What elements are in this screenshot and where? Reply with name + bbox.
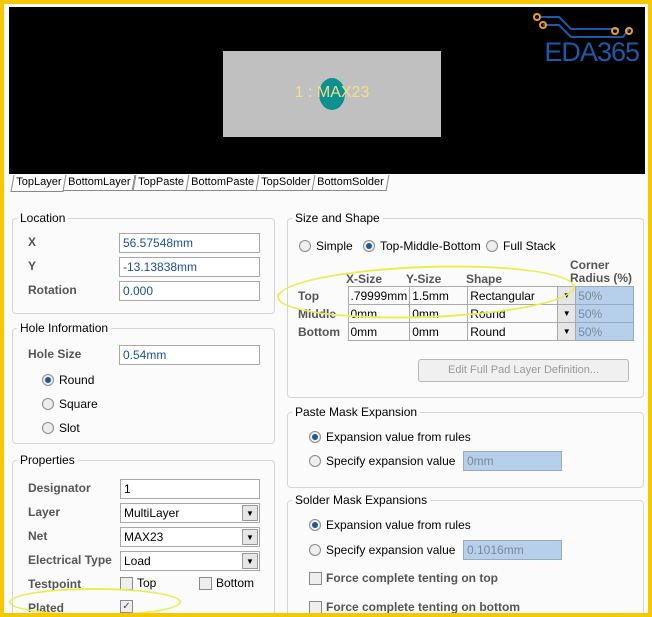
- table-row: Middle 0mm 0mm Round ▼ 50%: [296, 304, 635, 323]
- edit-full-pad-layer-button[interactable]: Edit Full Pad Layer Definition...: [418, 359, 629, 382]
- hole-size-label: Hole Size: [28, 347, 82, 361]
- solder-mask-group: Solder Mask Expansions Expansion value f…: [287, 493, 644, 613]
- paste-rules-radio[interactable]: Expansion value from rules: [309, 430, 471, 444]
- chevron-down-icon[interactable]: ▼: [242, 529, 258, 545]
- hole-information-group: Hole Information Hole Size 0.54mm Round …: [12, 321, 275, 444]
- hole-round-radio[interactable]: Round: [42, 373, 94, 387]
- properties-title: Properties: [17, 453, 78, 467]
- hole-square-radio[interactable]: Square: [42, 397, 98, 411]
- pad-shape: 1 : MAX23: [223, 51, 441, 137]
- location-group: Location X 56.57548mm Y -13.13838mm Rota…: [12, 211, 275, 314]
- y-input[interactable]: -13.13838mm: [119, 257, 260, 277]
- table-row: Top .79999mm 1.5mm Rectangular ▼ 50%: [296, 286, 635, 305]
- testpoint-bottom-checkbox[interactable]: Bottom: [199, 576, 254, 590]
- chevron-down-icon[interactable]: ▼: [242, 505, 258, 521]
- mode-simple-radio[interactable]: Simple: [299, 239, 353, 253]
- hole-title: Hole Information: [17, 321, 112, 335]
- designator-input[interactable]: 1: [120, 479, 260, 499]
- chevron-down-icon[interactable]: ▼: [557, 304, 577, 323]
- properties-group: Properties Designator 1 Layer MultiLayer…: [12, 453, 275, 613]
- solder-expansion-input[interactable]: 0.1016mm: [463, 540, 562, 560]
- tab-toplayer[interactable]: TopLayer: [10, 175, 67, 192]
- pad-label: 1 : MAX23: [294, 84, 370, 101]
- y-size-cell[interactable]: 1.5mm: [409, 286, 469, 305]
- radius-cell: 50%: [575, 304, 635, 323]
- radius-cell: 50%: [575, 322, 635, 341]
- net-select[interactable]: MAX23 ▼: [120, 527, 260, 547]
- layer-label: Layer: [28, 505, 61, 519]
- pad-properties-dialog: 1 : MAX23 EDA365 TopLayer BottomLayer To…: [4, 4, 648, 613]
- location-title: Location: [17, 211, 69, 225]
- plated-checkbox[interactable]: ✓: [120, 600, 133, 613]
- mode-top-middle-bottom-radio[interactable]: Top-Middle-Bottom: [363, 239, 481, 253]
- tab-bottompaste[interactable]: BottomPaste: [185, 175, 259, 191]
- x-size-cell[interactable]: 0mm: [347, 304, 411, 323]
- size-shape-title: Size and Shape: [292, 211, 383, 225]
- tab-topsolder[interactable]: TopSolder: [255, 175, 316, 191]
- paste-mask-title: Paste Mask Expansion: [292, 405, 421, 419]
- paste-expansion-input[interactable]: 0mm: [463, 451, 562, 471]
- row-label: Top: [298, 288, 320, 303]
- testpoint-label: Testpoint: [28, 577, 82, 591]
- chevron-down-icon[interactable]: ▼: [557, 322, 577, 341]
- net-label: Net: [28, 529, 48, 543]
- logo-text: EDA365: [544, 37, 640, 67]
- layer-tabs: TopLayer BottomLayer TopPaste BottomPast…: [10, 175, 390, 192]
- x-input[interactable]: 56.57548mm: [119, 233, 260, 253]
- rotation-label: Rotation: [28, 283, 77, 297]
- y-size-cell[interactable]: 0mm: [409, 322, 469, 341]
- testpoint-top-checkbox[interactable]: Top: [120, 576, 156, 590]
- electrical-type-label: Electrical Type: [28, 553, 112, 567]
- pad-preview: 1 : MAX23 EDA365: [9, 7, 645, 174]
- row-label: Bottom: [298, 324, 340, 339]
- tab-bottomsolder[interactable]: BottomSolder: [311, 175, 390, 191]
- x-label: X: [28, 235, 37, 249]
- solder-mask-title: Solder Mask Expansions: [292, 493, 431, 507]
- solder-specify-radio[interactable]: Specify expansion value: [309, 543, 455, 557]
- layer-size-table: Top .79999mm 1.5mm Rectangular ▼ 50% Middle 0m…: [296, 286, 635, 341]
- layer-select[interactable]: MultiLayer ▼: [120, 503, 260, 523]
- x-size-cell[interactable]: .79999mm: [347, 286, 411, 305]
- solder-rules-radio[interactable]: Expansion value from rules: [309, 518, 471, 532]
- paste-specify-radio[interactable]: Specify expansion value: [309, 454, 455, 468]
- x-size-cell[interactable]: 0mm: [347, 322, 411, 341]
- shape-cell[interactable]: Round: [467, 304, 558, 323]
- x-size-header: X-Size: [346, 272, 383, 286]
- y-size-header: Y-Size: [406, 272, 442, 286]
- tent-top-checkbox[interactable]: Force complete tenting on top: [309, 571, 498, 585]
- row-label: Middle: [298, 306, 336, 321]
- paste-mask-group: Paste Mask Expansion Expansion value fro…: [287, 405, 644, 488]
- designator-label: Designator: [28, 481, 91, 495]
- plated-label: Plated: [28, 601, 65, 613]
- hole-slot-radio[interactable]: Slot: [42, 421, 80, 435]
- chevron-down-icon[interactable]: ▼: [557, 286, 577, 305]
- size-and-shape-group: Size and Shape Simple Top-Middle-Bottom …: [287, 211, 644, 398]
- corner-radius-header: Corner Radius (%): [570, 258, 633, 285]
- y-size-cell[interactable]: 0mm: [409, 304, 469, 323]
- table-row: Bottom 0mm 0mm Round ▼ 50%: [296, 322, 635, 341]
- mode-full-stack-radio[interactable]: Full Stack: [486, 239, 556, 253]
- tab-toppaste[interactable]: TopPaste: [132, 175, 189, 191]
- eda365-logo: EDA365: [529, 11, 640, 71]
- hole-size-input[interactable]: 0.54mm: [119, 345, 260, 365]
- electrical-type-select[interactable]: Load ▼: [120, 551, 260, 571]
- radius-cell: 50%: [575, 286, 635, 305]
- tent-bottom-checkbox[interactable]: Force complete tenting on bottom: [309, 600, 520, 613]
- tab-bottomlayer[interactable]: BottomLayer: [62, 175, 137, 191]
- chevron-down-icon[interactable]: ▼: [242, 553, 258, 569]
- shape-cell[interactable]: Round: [467, 322, 558, 341]
- y-label: Y: [28, 259, 37, 273]
- rotation-input[interactable]: 0.000: [119, 281, 260, 301]
- shape-cell[interactable]: Rectangular: [467, 286, 558, 305]
- shape-header: Shape: [466, 272, 503, 286]
